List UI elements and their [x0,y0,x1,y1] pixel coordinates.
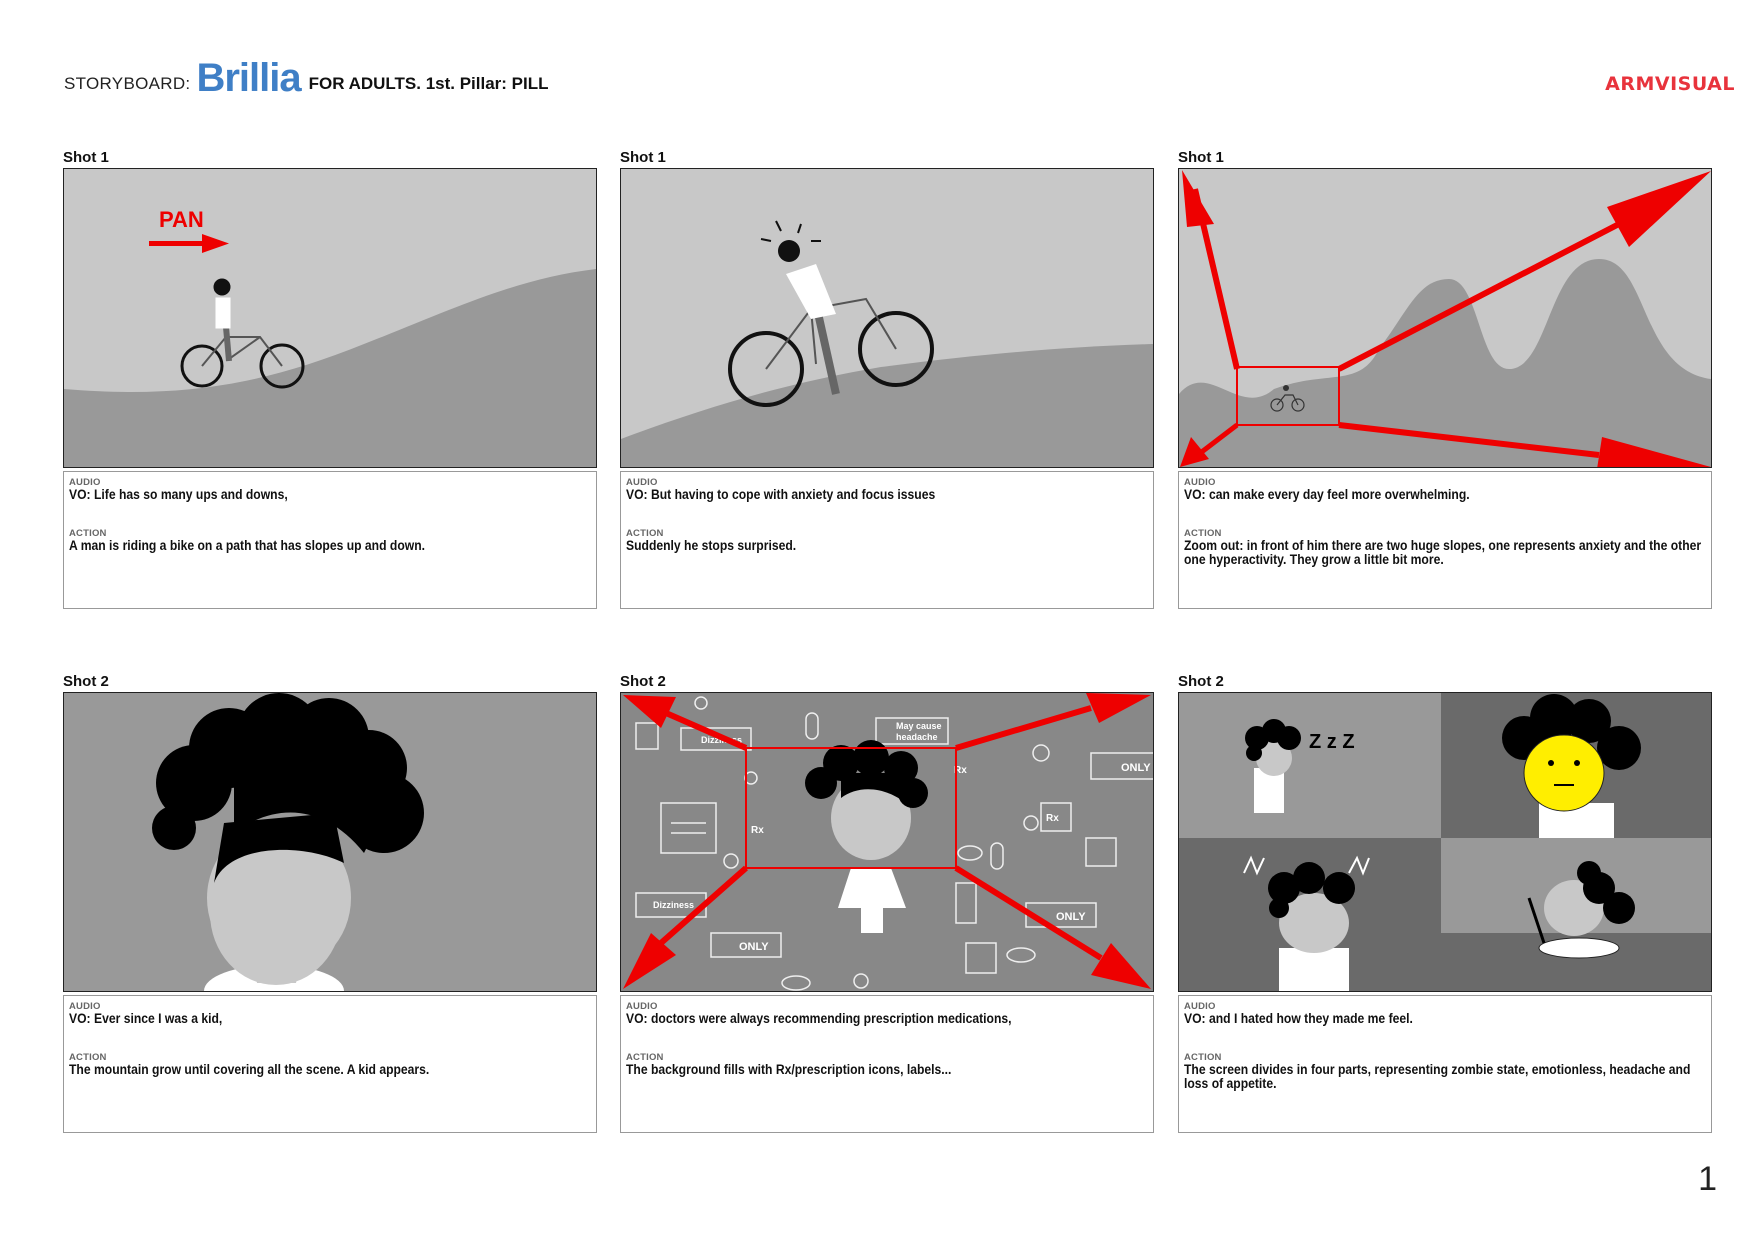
panel-notes: AUDIO VO: Ever since I was a kid, ACTION… [63,995,597,1133]
shot-label: Shot 1 [1178,149,1224,166]
audio-text: VO: Ever since I was a kid, [69,1011,223,1026]
shot-label: Shot 2 [1178,673,1224,690]
panel-notes: AUDIO VO: can make every day feel more o… [1178,471,1712,609]
dizziness-label: Dizziness [653,900,694,910]
action-text: The background fills with Rx/prescriptio… [626,1062,952,1077]
audio-text: VO: Life has so many ups and downs, [69,487,288,502]
shot-label: Shot 1 [620,149,666,166]
rx-label-2: Rx [1046,813,1059,824]
storyboard-subtitle: FOR ADULTS. 1st. Pillar: PILL [308,74,549,93]
action-text: A man is riding a bike on a path that ha… [69,538,426,553]
headache-label: headache [896,732,938,742]
pan-label: PAN [159,207,204,232]
storyboard-header: STORYBOARD: Brillia FOR ADULTS. 1st. Pil… [64,56,549,100]
panel-frame: PAN [63,168,597,468]
panel-frame [1178,168,1712,468]
may-cause-label: May cause [896,721,942,731]
audio-text: VO: can make every day feel more overwhe… [1184,487,1470,502]
panel-notes: AUDIO VO: and I hated how they made me f… [1178,995,1712,1133]
only-label-1: ONLY [1121,762,1151,774]
shot-label: Shot 1 [63,149,109,166]
audio-text: VO: doctors were always recommending pre… [626,1011,1012,1026]
action-text: Suddenly he stops surprised. [626,538,797,553]
only-label-3: ONLY [739,941,769,953]
action-text: Zoom out: in front of him there are two … [1184,538,1702,567]
only-label-2: ONLY [1056,911,1086,923]
panel-notes: AUDIO VO: But having to cope with anxiet… [620,471,1154,609]
rx-label-3: Rx [751,825,764,836]
zzz-text: Z z Z [1309,731,1355,753]
studio-logo: ARMVISUAL [1605,73,1735,95]
panel-frame [63,692,597,992]
shot-label: Shot 2 [620,673,666,690]
panel-notes: AUDIO VO: Life has so many ups and downs… [63,471,597,609]
panel-frame [620,168,1154,468]
panel-notes: AUDIO VO: doctors were always recommendi… [620,995,1154,1133]
action-text: The screen divides in four parts, repres… [1184,1062,1691,1091]
audio-text: VO: But having to cope with anxiety and … [626,487,936,502]
panel-frame: Dizziness Dizziness May cause headache O… [620,692,1154,992]
panel-frame: Z z Z [1178,692,1712,992]
page-number: 1 [1698,1160,1717,1198]
storyboard-prefix: STORYBOARD: [64,74,191,93]
brand-logo: Brillia [196,56,301,100]
action-text: The mountain grow until covering all the… [69,1062,430,1077]
shot-label: Shot 2 [63,673,109,690]
audio-text: VO: and I hated how they made me feel. [1184,1011,1413,1026]
